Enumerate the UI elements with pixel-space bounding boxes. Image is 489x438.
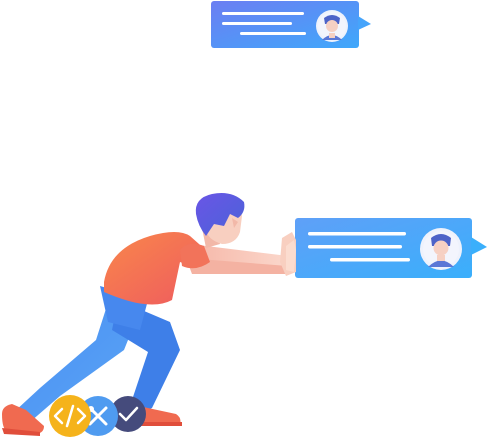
chat-bubble-pushed (295, 218, 487, 278)
user-avatar-icon (316, 10, 348, 42)
user-avatar-icon (420, 228, 462, 270)
illustration-canvas (2, 1, 487, 437)
chat-bubble-top (211, 1, 371, 48)
badge-group (49, 395, 146, 437)
illustration-scene (0, 0, 489, 438)
person-pushing (2, 193, 296, 436)
code-icon (49, 395, 91, 437)
